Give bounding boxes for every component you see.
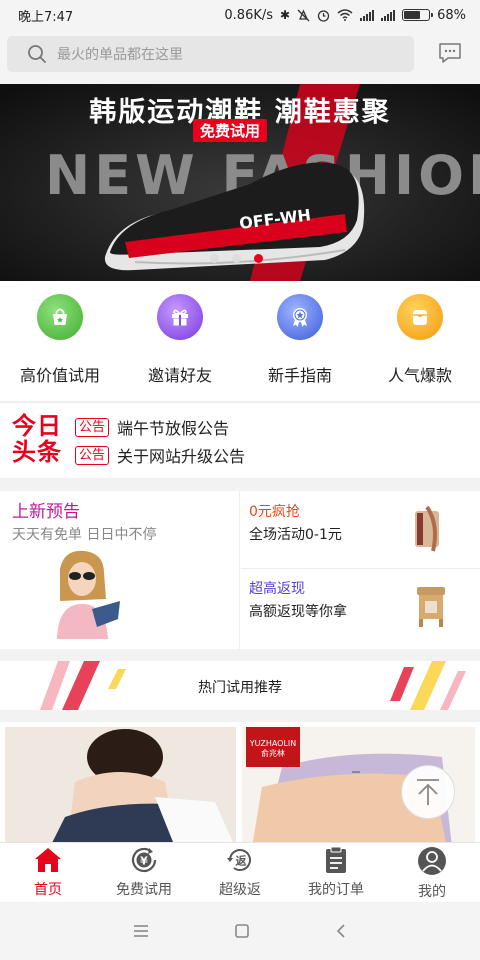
quick-menu-label: 新手指南 <box>267 366 332 385</box>
brand-logo: YUZHAOLIN 俞兆林 <box>246 727 300 767</box>
tab-label: 超级返 <box>219 882 261 898</box>
quick-menu-label: 高价值试用 <box>19 366 100 385</box>
product-card[interactable] <box>5 727 236 842</box>
medal-icon <box>277 294 323 340</box>
tab-label: 我的订单 <box>308 882 364 898</box>
search-input[interactable]: 最火的单品都在这里 <box>7 36 414 72</box>
promo-title: 超高返现 <box>249 581 305 597</box>
notice-tag: 公告 <box>75 445 110 465</box>
gift-icon <box>157 294 203 340</box>
banner-badge: 免费试用 <box>193 119 268 142</box>
promo-title: 0元疯抢 <box>249 504 300 520</box>
back-to-top-button[interactable] <box>401 765 455 819</box>
menu-icon[interactable] <box>133 924 149 938</box>
bottom-tab-bar: 首页 ¥ 免费试用 返 超级返 我的订单 我的 <box>0 842 480 902</box>
headlines-logo-line2: 头条 <box>12 438 62 466</box>
shopping-bag-icon <box>37 294 83 340</box>
search-icon <box>28 45 46 63</box>
wifi-icon <box>337 9 353 21</box>
home-icon <box>35 848 61 872</box>
banner-dot[interactable] <box>232 254 241 263</box>
tab-home[interactable]: 首页 <box>0 843 96 902</box>
promo-banner[interactable]: 韩版运动潮鞋 潮鞋惠聚 免费试用 NEW FASHIONE OFF-WH <box>0 84 480 281</box>
promo-cashback[interactable]: 超高返现 高额返现等你拿 <box>241 569 480 647</box>
banner-pagination <box>210 254 263 263</box>
chat-bubble-icon[interactable] <box>438 42 462 64</box>
order-list-icon <box>326 846 346 873</box>
model-image <box>57 550 120 639</box>
tab-orders[interactable]: 我的订单 <box>288 843 384 902</box>
battery-fill <box>404 11 421 19</box>
battery-icon <box>402 9 434 21</box>
headline-item[interactable]: 公告 关于网站升级公告 <box>75 443 245 467</box>
banner-dot-active[interactable] <box>254 254 263 263</box>
signal-icon-2 <box>381 9 396 21</box>
promo-title: 上新预告 <box>12 502 80 522</box>
brand-name-cn: 俞兆林 <box>261 749 285 758</box>
product-image-pillow <box>5 727 236 842</box>
return-circle-icon: 返 <box>227 849 251 871</box>
tab-label: 免费试用 <box>116 882 172 898</box>
tab-label: 首页 <box>34 882 62 898</box>
quick-menu-item-trial[interactable]: 高价值试用 <box>0 281 120 401</box>
pocket-icon <box>397 294 443 340</box>
quick-menu-label: 人气爆款 <box>387 366 452 385</box>
quick-menu-label: 邀请好友 <box>147 366 212 385</box>
quick-menu-item-popular[interactable]: 人气爆款 <box>360 281 480 401</box>
svg-text:返: 返 <box>236 854 247 868</box>
section-title: 热门试用推荐 <box>198 680 282 696</box>
tab-profile[interactable]: 我的 <box>384 843 480 902</box>
tab-super-return[interactable]: 返 超级返 <box>192 843 288 902</box>
quick-menu-item-guide[interactable]: 新手指南 <box>240 281 360 401</box>
bluetooth-icon: ✱ <box>280 8 291 22</box>
promo-subtitle: 高额返现等你拿 <box>249 604 347 620</box>
back-chevron-icon[interactable] <box>335 923 347 939</box>
headline-text: 关于网站升级公告 <box>117 447 246 466</box>
system-navigation-bar <box>0 902 480 960</box>
battery-percent: 68% <box>437 7 466 23</box>
promo-new-arrivals[interactable]: 上新预告 天天有免单 日日中不停 <box>0 491 240 649</box>
status-bar: 晚上7:47 0.86K/s ✱ 68% <box>0 0 480 30</box>
headlines-panel: 今日 头条 公告 端午节放假公告 公告 关于网站升级公告 <box>0 402 480 478</box>
promo-subtitle: 全场活动0-1元 <box>249 527 342 543</box>
status-time: 晚上7:47 <box>18 9 74 25</box>
quick-menu: 高价值试用 邀请好友 新手指南 人气爆款 <box>0 281 480 401</box>
status-indicators: 0.86K/s ✱ 68% <box>224 8 466 23</box>
svg-text:¥: ¥ <box>140 855 148 868</box>
search-placeholder: 最火的单品都在这里 <box>57 47 183 63</box>
mute-icon <box>297 8 310 21</box>
notice-tag: 公告 <box>75 417 110 437</box>
tab-label: 我的 <box>418 884 446 900</box>
stool-image <box>417 587 445 627</box>
brand-name: YUZHAOLIN <box>249 739 297 748</box>
headlines-logo: 今日 头条 <box>12 413 62 465</box>
headline-item[interactable]: 公告 端午节放假公告 <box>75 415 229 439</box>
network-speed: 0.86K/s <box>224 7 274 23</box>
section-header: 热门试用推荐 <box>0 661 480 710</box>
sneaker-image: OFF-WH <box>104 162 365 271</box>
user-avatar-icon <box>418 847 446 875</box>
alarm-icon <box>317 9 330 22</box>
signal-icon-1 <box>360 9 375 21</box>
search-header: 最火的单品都在这里 <box>0 30 480 84</box>
banner-dot[interactable] <box>210 254 219 263</box>
promo-grid: 上新预告 天天有免单 日日中不停 0元疯抢 全场活动0-1元 超高返现 高额返现… <box>0 491 480 649</box>
quick-menu-item-invite[interactable]: 邀请好友 <box>120 281 240 401</box>
tab-free-trial[interactable]: ¥ 免费试用 <box>96 843 192 902</box>
headlines-logo-line1: 今日 <box>12 412 62 440</box>
promo-zero-yuan[interactable]: 0元疯抢 全场活动0-1元 <box>241 491 480 569</box>
app-screen: 晚上7:47 0.86K/s ✱ 68% 最火的单品都在这里 韩版运动潮鞋 潮鞋… <box>0 0 480 960</box>
home-square-icon[interactable] <box>234 923 250 939</box>
promo-subtitle: 天天有免单 日日中不停 <box>12 527 157 543</box>
scarf-image <box>415 505 439 552</box>
arrow-up-icon <box>417 779 439 805</box>
headline-text: 端午节放假公告 <box>117 419 230 438</box>
yen-refresh-icon: ¥ <box>131 847 157 873</box>
